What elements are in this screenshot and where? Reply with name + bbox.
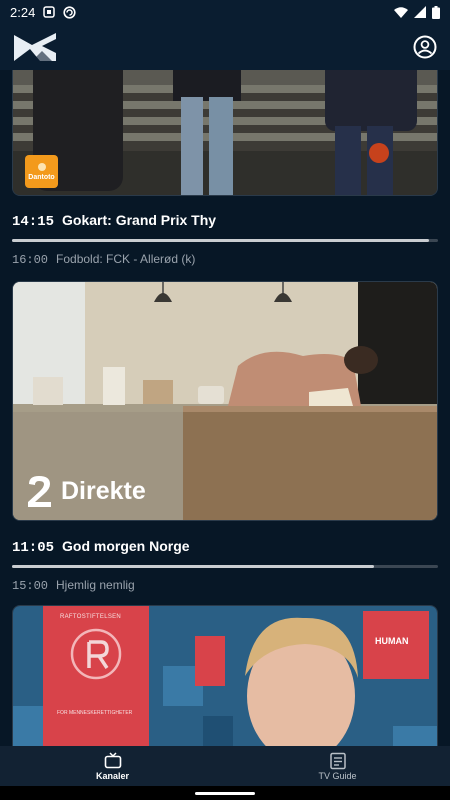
- channel-card-tv2[interactable]: Direkte 11:05 God morgen Norge 15:00 Hje…: [12, 281, 438, 593]
- next-time: 16:00: [12, 253, 49, 267]
- app-logo-icon[interactable]: [12, 31, 58, 63]
- account-circle-icon[interactable]: [412, 34, 438, 60]
- app-header: [0, 24, 450, 70]
- tv2-direkte-overlay: Direkte: [25, 474, 146, 508]
- tv-icon: [104, 751, 121, 768]
- home-gesture-handle[interactable]: [195, 792, 255, 795]
- guide-icon: [329, 752, 346, 769]
- tv2-logo-icon: [28, 476, 51, 507]
- bottom-navigation: Kanaler TV Guide: [0, 746, 450, 786]
- sync-icon: [63, 5, 76, 19]
- status-bar: 2:24: [0, 0, 450, 24]
- tab-tv-guide[interactable]: TV Guide: [225, 746, 450, 786]
- wifi-icon: [394, 6, 408, 18]
- sign-text-right: HUMAN: [375, 636, 409, 646]
- dantoto-badge: Dantoto: [25, 155, 58, 188]
- badge-label: Dantoto: [28, 173, 55, 181]
- status-time: 2:24: [10, 4, 36, 20]
- next-title: Hjemlig nemlig: [56, 578, 135, 592]
- next-program-row: 16:00 Fodbold: FCK - Allerød (k): [12, 252, 438, 267]
- tab-kanaler-label: Kanaler: [95, 770, 130, 781]
- channel-thumbnail[interactable]: RAFTOSTIFTELSEN FOR MENNESKERETTIGHETER …: [12, 605, 438, 746]
- now-title: Gokart: Grand Prix Thy: [62, 212, 217, 228]
- notification-icon: [43, 6, 56, 18]
- now-playing-row: 14:15 Gokart: Grand Prix Thy: [12, 212, 438, 230]
- live-label: Direkte: [61, 476, 146, 505]
- now-title: God morgen Norge: [62, 538, 190, 554]
- next-time: 15:00: [12, 579, 49, 593]
- channel-thumbnail[interactable]: Dantoto: [12, 70, 438, 196]
- next-program-row: 15:00 Hjemlig nemlig: [12, 578, 438, 593]
- progress-bar: [12, 239, 438, 242]
- progress-fill: [12, 565, 375, 568]
- progress-fill: [12, 239, 430, 242]
- thumbnail-image: [13, 606, 437, 746]
- now-time: 14:15: [12, 214, 55, 230]
- progress-bar: [12, 565, 438, 568]
- tab-kanaler[interactable]: Kanaler: [0, 746, 225, 786]
- thumbnail-image: [13, 70, 437, 195]
- channel-card-third[interactable]: RAFTOSTIFTELSEN FOR MENNESKERETTIGHETER …: [12, 605, 438, 746]
- badge-logo-icon: [37, 162, 46, 171]
- channel-list: Dantoto 14:15 Gokart: Grand Prix Thy 16:…: [0, 70, 450, 746]
- system-gesture-area: [0, 786, 450, 800]
- signal-icon: [414, 6, 426, 18]
- tab-tv-guide-label: TV Guide: [318, 770, 357, 781]
- next-title: Fodbold: FCK - Allerød (k): [56, 252, 196, 266]
- now-playing-row: 11:05 God morgen Norge: [12, 538, 438, 556]
- battery-icon: [432, 5, 440, 19]
- sign-text-left-bottom: FOR MENNESKERETTIGHETER: [57, 710, 133, 716]
- channel-thumbnail[interactable]: Direkte: [12, 281, 438, 521]
- now-time: 11:05: [12, 540, 55, 556]
- channel-card-dantoto[interactable]: Dantoto 14:15 Gokart: Grand Prix Thy 16:…: [12, 70, 438, 267]
- sign-text-left-top: RAFTOSTIFTELSEN: [60, 614, 122, 620]
